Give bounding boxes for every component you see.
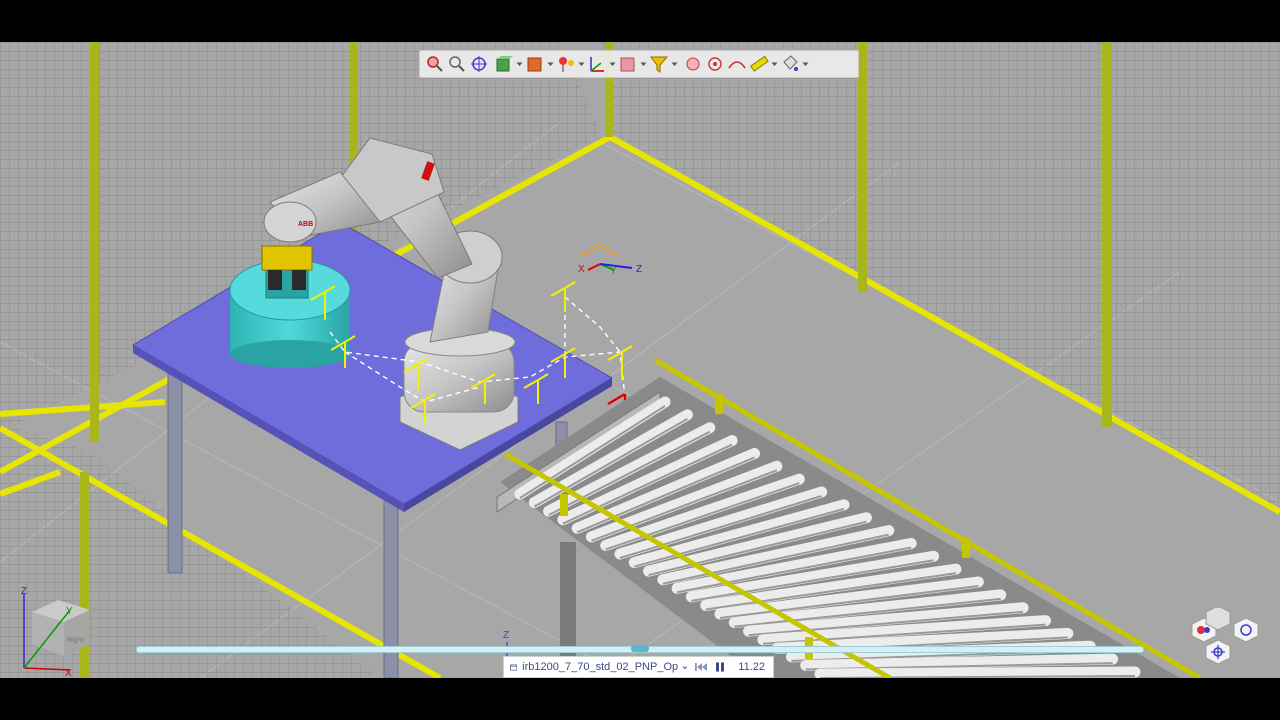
chevron-down-icon[interactable] bbox=[639, 53, 648, 75]
conveyor-roller bbox=[814, 666, 1141, 678]
procedure-name: irb1200_7_70_std_02_PNP_Op bbox=[522, 661, 679, 673]
chevron-down-icon[interactable] bbox=[608, 53, 617, 75]
pin-light-button[interactable] bbox=[555, 53, 577, 75]
rewind-icon[interactable] bbox=[694, 661, 708, 673]
chevron-down-icon[interactable] bbox=[801, 53, 810, 75]
paint-bucket-button[interactable] bbox=[779, 53, 801, 75]
snap-object-button[interactable] bbox=[682, 53, 704, 75]
pin-light-icon bbox=[559, 57, 574, 72]
hex-zoom-button[interactable] bbox=[1233, 617, 1259, 643]
chevron-down-icon[interactable] bbox=[770, 53, 779, 75]
view-cube-z-label: Z bbox=[21, 586, 27, 597]
simulation-time: 11.22 bbox=[738, 661, 765, 673]
navigation-hex-controls bbox=[1176, 605, 1268, 668]
transparent-cube-icon bbox=[620, 57, 635, 72]
3d-viewport[interactable]: ABB X Y Z Z irb1200_7_70_std_02_PNP_Op 1… bbox=[0, 42, 1280, 678]
view-cube-x-label: X bbox=[65, 668, 72, 676]
robot-brand-label: ABB bbox=[298, 221, 313, 228]
paint-bucket-icon bbox=[783, 55, 798, 71]
procedure-icon bbox=[510, 664, 518, 670]
scene-canvas[interactable]: ABB X Y Z Z bbox=[0, 42, 1280, 678]
chevron-down-icon[interactable] bbox=[546, 53, 555, 75]
shaded-box-button[interactable] bbox=[524, 53, 546, 75]
measure-ruler-icon bbox=[750, 55, 769, 72]
zoom-window-icon bbox=[427, 56, 443, 72]
view-toolbar bbox=[419, 50, 859, 78]
transparent-cube-button[interactable] bbox=[617, 53, 639, 75]
select-filter-icon bbox=[650, 56, 669, 73]
frame-x-label: X bbox=[578, 264, 585, 275]
snap-center-button[interactable] bbox=[704, 53, 726, 75]
select-filter-button[interactable] bbox=[648, 53, 670, 75]
frame-y-label: Y bbox=[610, 266, 617, 277]
world-axis-z-label: Z bbox=[503, 630, 509, 641]
view-box-icon bbox=[496, 56, 513, 72]
part-cylinder[interactable] bbox=[229, 259, 351, 368]
chevron-down-icon[interactable] bbox=[670, 53, 679, 75]
chevron-down-icon[interactable] bbox=[577, 53, 586, 75]
pan-target-icon bbox=[471, 56, 487, 72]
frame-axis-button[interactable] bbox=[586, 53, 608, 75]
shaded-box-icon bbox=[527, 57, 542, 72]
pause-icon[interactable] bbox=[714, 661, 726, 673]
snap-edge-icon bbox=[728, 61, 746, 69]
view-cube[interactable]: Right Z X Y bbox=[14, 586, 94, 678]
zoom-fit-button[interactable] bbox=[446, 53, 468, 75]
procedure-selector[interactable]: irb1200_7_70_std_02_PNP_Op bbox=[504, 661, 688, 673]
view-box-button[interactable] bbox=[493, 53, 515, 75]
view-cube-y-label: Y bbox=[66, 606, 73, 617]
frame-axis-icon bbox=[590, 57, 604, 72]
playback-bar: irb1200_7_70_std_02_PNP_Op 11.22 bbox=[503, 656, 774, 678]
hex-pan-button[interactable] bbox=[1205, 639, 1231, 665]
timeline-thumb[interactable] bbox=[631, 645, 649, 652]
zoom-fit-icon bbox=[449, 56, 465, 72]
snap-object-icon bbox=[686, 57, 700, 71]
zoom-window-button[interactable] bbox=[424, 53, 446, 75]
chevron-down-icon[interactable] bbox=[515, 53, 524, 75]
frame-z-label: Z bbox=[636, 264, 642, 275]
snap-edge-button[interactable] bbox=[726, 53, 748, 75]
measure-ruler-button[interactable] bbox=[748, 53, 770, 75]
simulation-timeline[interactable] bbox=[132, 642, 1148, 654]
view-cube-face-label: Right bbox=[67, 637, 83, 644]
chevron-down-icon[interactable] bbox=[682, 663, 688, 672]
pan-target-button[interactable] bbox=[468, 53, 490, 75]
snap-center-icon bbox=[708, 57, 722, 71]
